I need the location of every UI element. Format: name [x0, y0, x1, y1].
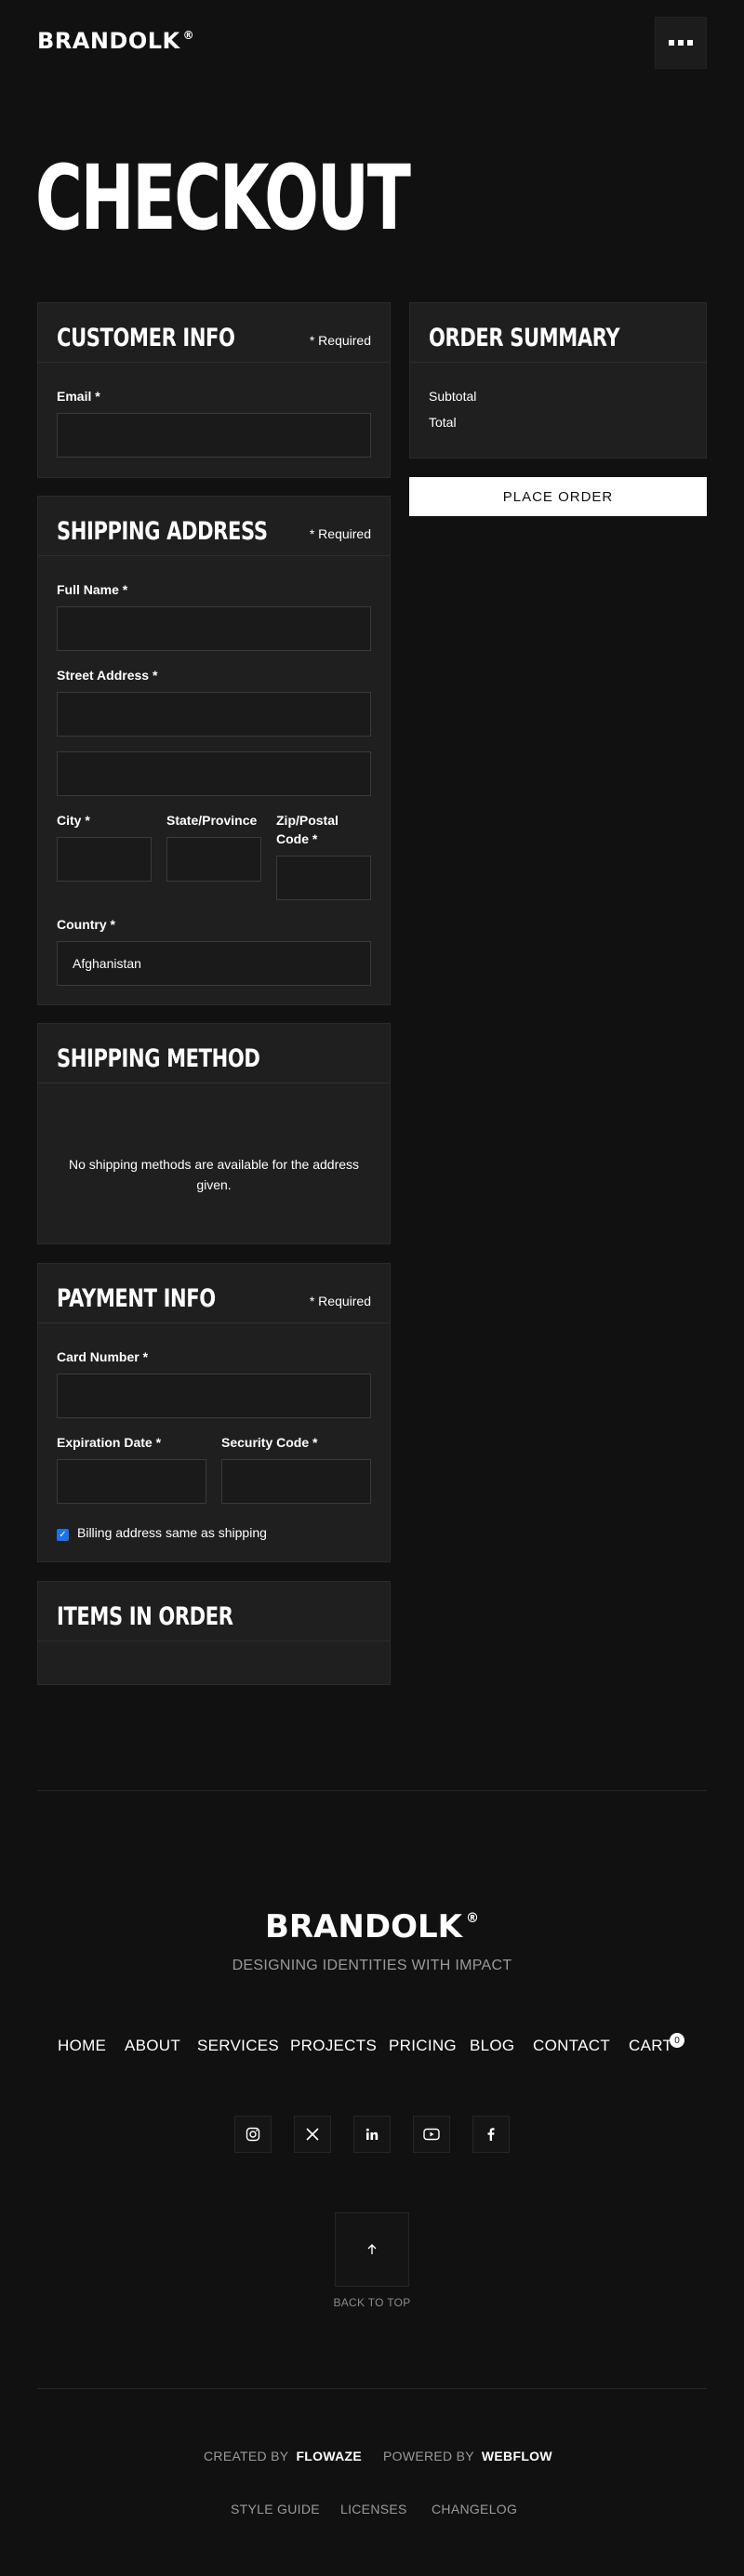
facebook-glyph: [487, 2128, 495, 2141]
required-note: * Required: [309, 1294, 371, 1308]
back-to-top-label: BACK TO TOP: [333, 2296, 411, 2309]
security-code-field[interactable]: [221, 1459, 371, 1504]
x-glyph: [306, 2128, 319, 2141]
menu-dot-icon: [669, 40, 674, 46]
linkedin-glyph: [365, 2128, 379, 2140]
powered-by: POWERED BY WEBFLOW: [383, 2449, 552, 2463]
brand-logo[interactable]: BRANDOLK ®: [37, 28, 194, 54]
card-title: ORDER SUMMARY: [429, 324, 620, 352]
instagram-glyph: [246, 2127, 260, 2142]
facebook-icon[interactable]: [472, 2116, 510, 2153]
card-header: ITEMS IN ORDER: [38, 1582, 390, 1641]
youtube-glyph: [423, 2128, 440, 2141]
menu-dot-icon: [687, 40, 693, 46]
brand-name: BRANDOLK: [37, 28, 180, 54]
style-guide-link[interactable]: STYLE GUIDE: [231, 2502, 320, 2516]
zip-field[interactable]: [276, 856, 371, 900]
tagline: DESIGNING IDENTITIES WITH IMPACT: [232, 1958, 512, 1973]
divider: [37, 2388, 707, 2389]
zip-label-line1: Zip/Postal: [276, 813, 339, 828]
items-in-order-card: ITEMS IN ORDER: [37, 1581, 391, 1685]
registered-mark: ®: [182, 29, 195, 42]
email-label: Email *: [57, 389, 100, 404]
created-by-label: CREATED BY: [204, 2449, 289, 2463]
card-title: PAYMENT INFO: [57, 1284, 216, 1313]
card-title: SHIPPING ADDRESS: [57, 517, 268, 546]
shipping-method-card: SHIPPING METHOD No shipping methods are …: [37, 1023, 391, 1244]
zip-label-line2: Code *: [276, 831, 318, 846]
no-shipping-line2: given.: [196, 1177, 232, 1192]
security-code-label: Security Code *: [221, 1435, 318, 1450]
email-field[interactable]: [57, 413, 371, 458]
menu-dot-icon: [678, 40, 684, 46]
full-name-field[interactable]: [57, 606, 371, 651]
card-number-field[interactable]: [57, 1374, 371, 1418]
navbar: BRANDOLK ®: [37, 17, 707, 69]
changelog-link[interactable]: CHANGELOG: [432, 2502, 517, 2516]
card-header: SHIPPING ADDRESS * Required: [38, 497, 390, 556]
x-icon[interactable]: [294, 2116, 331, 2153]
required-note: * Required: [309, 333, 371, 348]
full-name-label: Full Name *: [57, 582, 128, 597]
billing-same-checkbox[interactable]: ✓: [57, 1529, 69, 1541]
billing-same-label: Billing address same as shipping: [77, 1525, 267, 1540]
no-shipping-message: No shipping methods are available for th…: [57, 1154, 371, 1195]
expiration-field[interactable]: [57, 1459, 206, 1504]
footer-nav-home[interactable]: HOME: [58, 2037, 106, 2055]
card-title: ITEMS IN ORDER: [57, 1602, 233, 1631]
powered-by-link[interactable]: WEBFLOW: [482, 2449, 552, 2463]
card-header: PAYMENT INFO * Required: [38, 1264, 390, 1323]
footer-nav-pricing[interactable]: PRICING: [389, 2037, 457, 2055]
street-address-line2-field[interactable]: [57, 751, 371, 796]
state-label: State/Province: [166, 813, 258, 828]
city-label: City *: [57, 813, 90, 828]
footer-nav-services[interactable]: SERVICES: [197, 2037, 279, 2055]
card-header: ORDER SUMMARY: [410, 303, 706, 363]
state-field[interactable]: [166, 837, 261, 882]
city-field[interactable]: [57, 837, 152, 882]
no-shipping-line1: No shipping methods are available for th…: [68, 1157, 360, 1172]
card-title: CUSTOMER INFO: [57, 324, 235, 352]
card-header: SHIPPING METHOD: [38, 1024, 390, 1083]
card-number-label: Card Number *: [57, 1349, 149, 1364]
back-to-top-button[interactable]: [335, 2212, 409, 2287]
footer-nav-contact[interactable]: CONTACT: [533, 2037, 610, 2055]
card-header: CUSTOMER INFO * Required: [38, 303, 390, 363]
total-label: Total: [429, 415, 457, 430]
required-note: * Required: [309, 526, 371, 541]
divider: [37, 1790, 707, 1791]
payment-info-card: PAYMENT INFO * Required Card Number * Ex…: [37, 1263, 391, 1562]
arrow-up-icon: [367, 2244, 377, 2254]
expiration-label: Expiration Date *: [57, 1435, 162, 1450]
order-summary-card: ORDER SUMMARY Subtotal Total: [409, 302, 707, 458]
footer-logo[interactable]: BRANDOLK ®: [0, 1908, 744, 1945]
street-address-label: Street Address *: [57, 668, 158, 683]
street-address-field[interactable]: [57, 692, 371, 737]
created-by-link[interactable]: FLOWAZE: [296, 2449, 362, 2463]
created-by: CREATED BY FLOWAZE: [204, 2449, 362, 2463]
footer-brand-name: BRANDOLK: [264, 1908, 462, 1945]
shipping-address-card: SHIPPING ADDRESS * Required Full Name * …: [37, 496, 391, 1005]
page-title: CHECKOUT: [35, 146, 411, 250]
footer-nav-cart[interactable]: CART: [629, 2037, 672, 2055]
zip-label: Zip/Postal Code *: [276, 811, 339, 848]
footer-nav-about[interactable]: ABOUT: [125, 2037, 180, 2055]
footer-nav-blog[interactable]: BLOG: [470, 2037, 514, 2055]
linkedin-icon[interactable]: [353, 2116, 391, 2153]
licenses-link[interactable]: LICENSES: [340, 2502, 407, 2516]
footer-nav-projects[interactable]: PROJECTS: [290, 2037, 377, 2055]
powered-by-label: POWERED BY: [383, 2449, 474, 2463]
menu-button[interactable]: [655, 17, 707, 69]
country-label: Country *: [57, 917, 115, 932]
youtube-icon[interactable]: [413, 2116, 450, 2153]
cart-count-badge: 0: [670, 2033, 684, 2048]
registered-mark: ®: [466, 1911, 479, 1926]
customer-info-card: CUSTOMER INFO * Required Email *: [37, 302, 391, 478]
country-select[interactable]: Afghanistan: [57, 941, 371, 986]
card-title: SHIPPING METHOD: [57, 1044, 260, 1073]
instagram-icon[interactable]: [234, 2116, 272, 2153]
place-order-button[interactable]: PLACE ORDER: [409, 477, 707, 516]
subtotal-label: Subtotal: [429, 389, 477, 404]
